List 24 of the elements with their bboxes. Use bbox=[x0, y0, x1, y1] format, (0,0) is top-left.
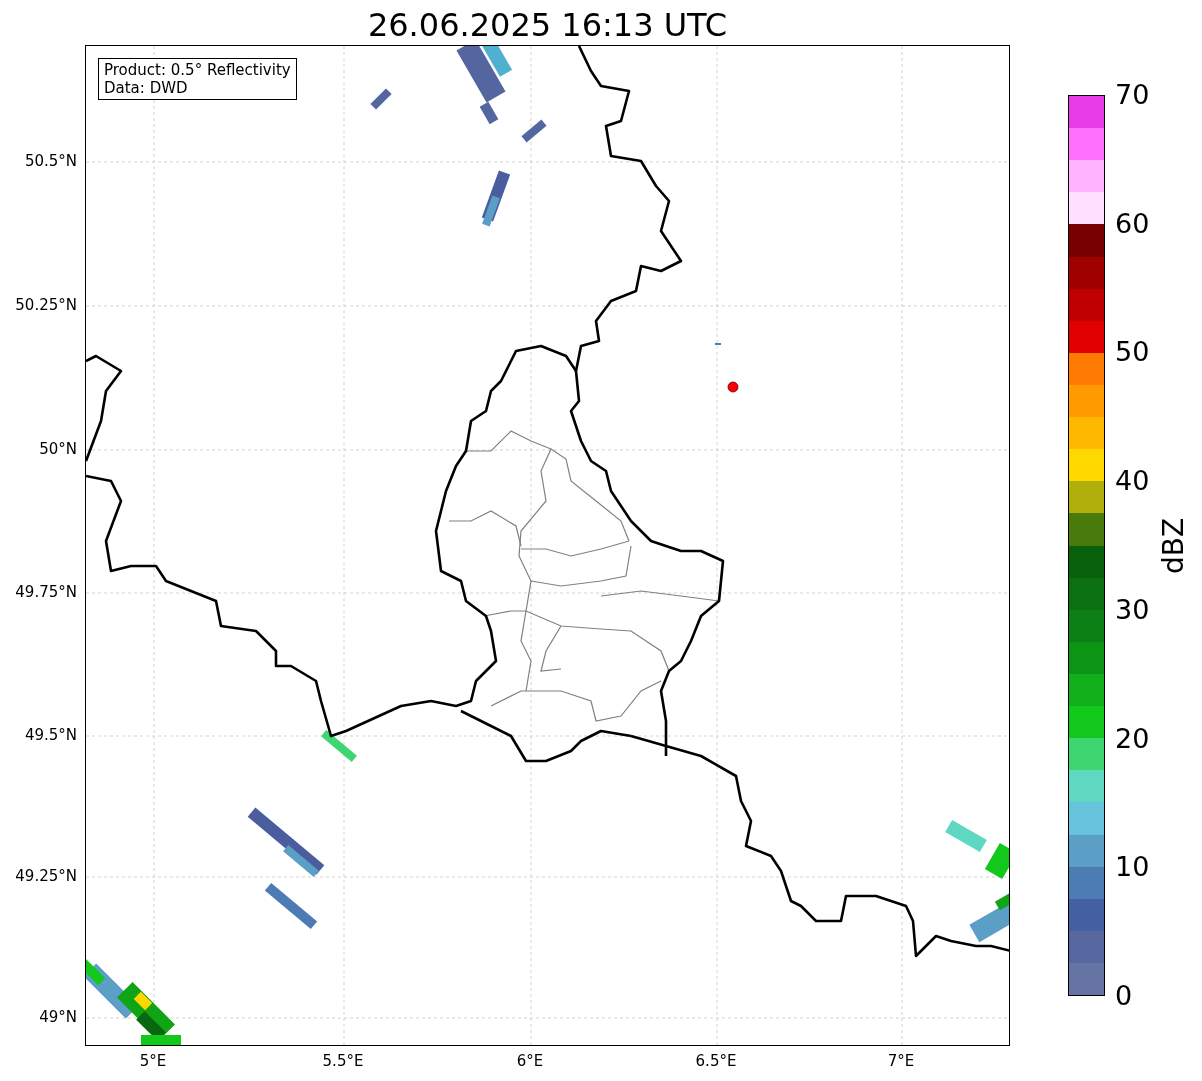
latitude-label: 50.5°N bbox=[24, 152, 77, 170]
longitude-label: 5°E bbox=[139, 1052, 167, 1070]
latitude-label: 50.25°N bbox=[15, 296, 77, 314]
longitude-label: 5.5°E bbox=[322, 1052, 364, 1070]
colorbar-tick-label: 50 bbox=[1115, 337, 1150, 368]
latitude-label: 49.75°N bbox=[15, 583, 77, 601]
colorbar-tick-label: 60 bbox=[1115, 208, 1150, 239]
colorbar-tick-label: 0 bbox=[1115, 981, 1133, 1011]
latitude-label: 49.25°N bbox=[15, 867, 77, 885]
colorbar-tick-label: 40 bbox=[1115, 466, 1150, 497]
longitude-label: 6.5°E bbox=[695, 1052, 737, 1070]
longitude-label: 6°E bbox=[516, 1052, 544, 1070]
colorbar-tick-label: 20 bbox=[1115, 723, 1150, 754]
colorbar-tick-label: 70 bbox=[1115, 80, 1150, 110]
latitude-label: 49.5°N bbox=[24, 726, 77, 744]
latitude-label: 49°N bbox=[39, 1008, 77, 1026]
colorbar-tick-label: 30 bbox=[1115, 594, 1150, 625]
colorbar-tick-label: 10 bbox=[1115, 852, 1150, 883]
chart-title: 26.06.2025 16:13 UTC bbox=[367, 5, 728, 45]
colorbar-label: dBZ bbox=[1157, 517, 1190, 574]
info-text: Product: 0.5° Reflectivity bbox=[104, 61, 291, 79]
longitude-label: 7°E bbox=[887, 1052, 915, 1070]
latitude-label: 50°N bbox=[39, 440, 77, 458]
info-text: Data: DWD bbox=[104, 79, 189, 97]
